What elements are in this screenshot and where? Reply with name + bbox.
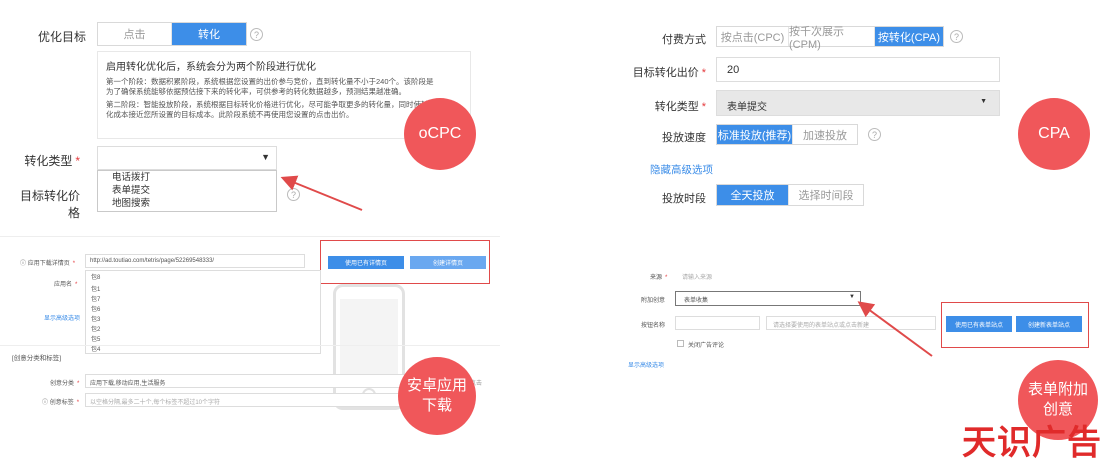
arrow-to-dropdown — [280, 175, 363, 211]
arrow-to-attach — [857, 301, 933, 357]
brand-logo: 天识广告 — [962, 424, 1102, 462]
annotation-arrows — [280, 175, 933, 357]
